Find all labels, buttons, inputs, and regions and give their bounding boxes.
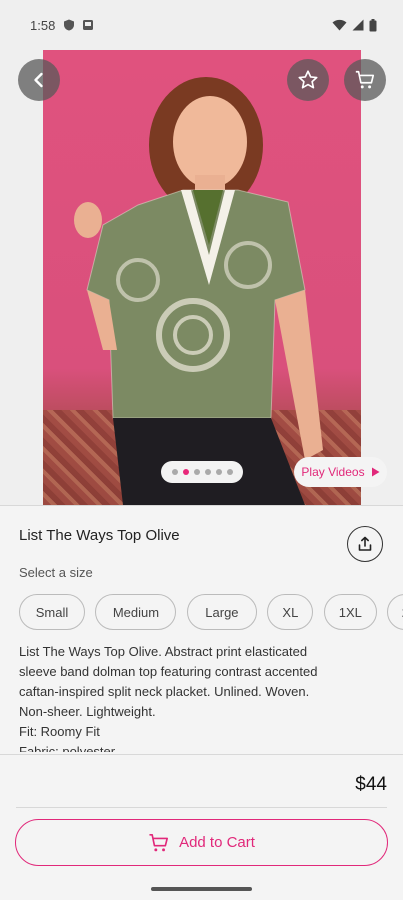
status-icons — [332, 18, 377, 32]
share-button[interactable] — [347, 526, 383, 562]
size-option-small[interactable]: Small — [19, 594, 85, 630]
add-to-cart-label: Add to Cart — [179, 834, 255, 851]
gallery-dot[interactable] — [182, 469, 189, 475]
wifi-icon — [332, 19, 347, 31]
gallery-dot[interactable] — [193, 469, 200, 475]
back-button[interactable] — [18, 59, 60, 101]
status-time: 1:58 — [30, 17, 56, 33]
home-indicator[interactable] — [151, 887, 252, 891]
product-description: List The Ways Top Olive. Abstract print … — [19, 642, 349, 752]
size-option-medium[interactable]: Medium — [95, 594, 177, 630]
divider — [0, 505, 403, 506]
gallery-dot[interactable] — [171, 469, 178, 475]
play-videos-button[interactable]: Play Videos — [294, 457, 387, 487]
size-option-large[interactable]: Large — [186, 594, 257, 630]
size-option-xl[interactable]: XL — [267, 594, 314, 630]
shield-icon — [64, 19, 75, 31]
favorite-button[interactable] — [287, 59, 329, 101]
product-gallery[interactable]: Play Videos — [0, 50, 403, 505]
status-bar: 1:58 — [0, 0, 403, 50]
notification-icon — [83, 20, 94, 30]
size-prompt: Select a size — [19, 565, 93, 580]
product-title: List The Ways Top Olive — [19, 527, 180, 544]
gallery-dot[interactable] — [226, 469, 233, 475]
checkout-bar: $44 Add to Cart — [0, 755, 403, 900]
size-selector: Small Medium Large XL 1XL 2XL — [19, 594, 403, 630]
chevron-left-icon — [34, 72, 43, 88]
gallery-pagination[interactable] — [161, 461, 243, 483]
play-videos-label: Play Videos — [301, 465, 365, 479]
signal-icon — [352, 19, 364, 31]
share-icon — [358, 536, 372, 551]
size-option-1xl[interactable]: 1XL — [323, 594, 377, 630]
description-line: Fit: Roomy Fit — [19, 724, 100, 739]
cart-icon — [149, 833, 169, 851]
divider — [16, 807, 387, 808]
description-line: List The Ways Top Olive. Abstract print … — [19, 644, 308, 659]
battery-icon — [369, 18, 377, 31]
cart-icon — [355, 70, 375, 89]
add-to-cart-button[interactable]: Add to Cart — [15, 819, 388, 866]
description-line: Non-sheer. Lightweight. — [19, 704, 156, 719]
gallery-dot[interactable] — [215, 469, 222, 475]
product-price: $44 — [355, 774, 387, 795]
description-line: caftan-inspired split neck placket. Unli… — [19, 684, 310, 699]
play-icon — [371, 467, 380, 477]
size-option-2xl[interactable]: 2XL — [387, 594, 403, 630]
cart-button[interactable] — [344, 59, 386, 101]
product-photo[interactable] — [43, 50, 361, 505]
description-line: Fabric: polyester — [19, 744, 116, 752]
gallery-dot[interactable] — [204, 469, 211, 475]
description-line: sleeve band dolman top featuring contras… — [19, 664, 318, 679]
star-icon — [298, 70, 318, 89]
model-illustration — [74, 77, 323, 505]
